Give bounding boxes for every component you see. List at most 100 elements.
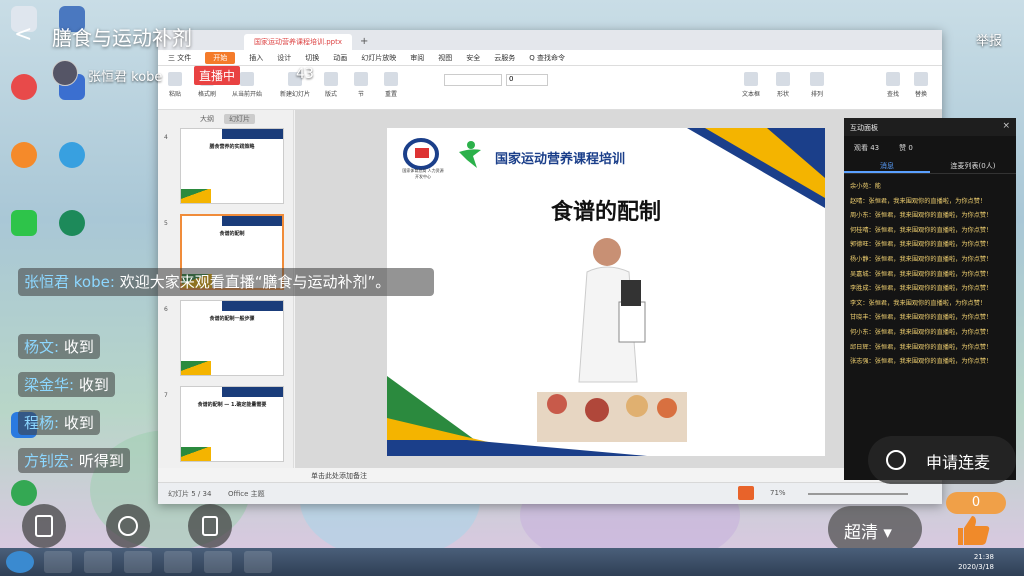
menu-item-insert[interactable]: 插入 bbox=[249, 53, 263, 63]
search-command[interactable]: Q 查找命令 bbox=[529, 53, 565, 63]
replace-button[interactable]: 替换 bbox=[914, 72, 928, 98]
chat-text: 收到 bbox=[63, 338, 94, 356]
menu-item-security[interactable]: 安全 bbox=[466, 53, 480, 63]
slide-heading: 食谱的配制 bbox=[550, 199, 661, 225]
reset-button[interactable]: 重置 bbox=[384, 72, 398, 98]
slide-thumbnail[interactable]: 食谱的配制一般步骤 bbox=[180, 300, 284, 376]
document-button[interactable] bbox=[22, 504, 66, 548]
taskbar-app[interactable] bbox=[204, 551, 232, 573]
like-counter: 0 bbox=[946, 492, 1006, 514]
sports-agency-logo bbox=[403, 138, 439, 170]
menu-item-cloud[interactable]: 云服务 bbox=[494, 53, 515, 63]
desktop-icon-wechat[interactable] bbox=[4, 210, 44, 238]
menu-item-review[interactable]: 审阅 bbox=[410, 53, 424, 63]
report-button[interactable]: 举报 bbox=[976, 30, 1002, 49]
link-mic-icon bbox=[886, 450, 906, 470]
back-icon[interactable]: < bbox=[14, 22, 32, 47]
menu-item-home[interactable]: 开始 bbox=[205, 51, 236, 64]
chat-user: 梁金华: bbox=[24, 376, 75, 394]
taskbar-app[interactable] bbox=[164, 551, 192, 573]
tab-slides[interactable]: 幻灯片 bbox=[224, 114, 255, 124]
thumbs-up-icon[interactable] bbox=[950, 512, 1000, 548]
find-button[interactable]: 查找 bbox=[886, 72, 900, 98]
shape-button[interactable]: 形状 bbox=[776, 72, 790, 98]
font-name-box[interactable] bbox=[444, 74, 502, 86]
desktop-icon-app[interactable] bbox=[4, 74, 44, 102]
format-painter-label: 格式刷 bbox=[198, 91, 217, 98]
menu-item-transition[interactable]: 切换 bbox=[305, 53, 319, 63]
layout-button[interactable]: 版式 bbox=[324, 72, 338, 98]
thumb-number: 4 bbox=[164, 134, 168, 141]
apply-mic-button[interactable]: 申请连麦 bbox=[868, 436, 1016, 484]
tab-mic-list[interactable]: 连麦列表(0人) bbox=[930, 158, 1016, 173]
list-item: 郭德旺：张恒君，我来围观你的直播啦，为你点赞！ bbox=[850, 241, 993, 249]
paste-button[interactable]: 粘贴 bbox=[168, 72, 182, 98]
section-button[interactable]: 节 bbox=[354, 72, 368, 98]
panel-message-list: 余小苑：能 赵晴：张恒君，我来围观你的直播啦，为你点赞！ 周小东：张恒君，我来围… bbox=[844, 174, 1016, 370]
menu-item-slideshow[interactable]: 幻灯片放映 bbox=[361, 53, 396, 63]
menu-item-view[interactable]: 视图 bbox=[438, 53, 452, 63]
panel-tabs: 消息 连麦列表(0人) bbox=[844, 158, 1016, 174]
quality-selector[interactable]: 超清 ▾ bbox=[828, 506, 922, 552]
quality-label: 超清 bbox=[844, 523, 878, 543]
close-icon[interactable]: × bbox=[1002, 121, 1010, 131]
shape-label: 形状 bbox=[776, 91, 789, 98]
list-item: 李胜成：张恒君，我来围观你的直播啦，为你点赞！ bbox=[850, 285, 993, 293]
interactive-panel: 互动面板 × 观看 43 赞 0 消息 连麦列表(0人) 余小苑：能 赵晴：张恒… bbox=[844, 118, 1016, 480]
list-item: 周小东：张恒君，我来围观你的直播啦，为你点赞！ bbox=[850, 212, 993, 220]
menu-item-animation[interactable]: 动画 bbox=[333, 53, 347, 63]
slide-thumbnail[interactable]: 食谱的配制 — 1.确定能量需要 bbox=[180, 386, 284, 462]
wps-file-tab[interactable]: 国家运动营养课程培训.pptx bbox=[244, 34, 352, 50]
taskbar-app[interactable] bbox=[244, 551, 272, 573]
chat-message: 杨文: 收到 bbox=[18, 334, 100, 359]
current-slide: 国家体育总局 人力资源开发中心 国家运动营养课程培训 食谱的配制 bbox=[387, 128, 825, 456]
avatar[interactable] bbox=[52, 60, 78, 86]
paste-label: 粘贴 bbox=[168, 91, 181, 98]
textbox-button[interactable]: 文本框 bbox=[742, 72, 760, 98]
tab-messages[interactable]: 消息 bbox=[844, 158, 930, 173]
chat-message: 程杨: 收到 bbox=[18, 410, 100, 435]
desktop-icon-app[interactable] bbox=[52, 210, 92, 238]
windows-taskbar: 21:38 2020/3/18 bbox=[0, 548, 1024, 576]
live-badge: 直播中 bbox=[194, 66, 241, 85]
thumb-title: 食谱的配制一般步骤 bbox=[209, 316, 255, 322]
chevron-down-icon: ▾ bbox=[883, 523, 892, 543]
taskbar-app[interactable] bbox=[84, 551, 112, 573]
taskbar-app[interactable] bbox=[124, 551, 152, 573]
comment-button[interactable] bbox=[106, 504, 150, 548]
arrange-button[interactable]: 排列 bbox=[810, 72, 824, 98]
section-label: 节 bbox=[357, 91, 364, 98]
panel-tabs: 大纲 幻灯片 bbox=[158, 110, 293, 124]
zoom-slider[interactable] bbox=[808, 493, 908, 495]
taskbar-app[interactable] bbox=[44, 551, 72, 573]
start-button[interactable] bbox=[6, 551, 34, 573]
zoom-level: 71% bbox=[770, 489, 786, 497]
new-slide-label: 新建幻灯片 bbox=[280, 91, 311, 98]
slide-thumbnail[interactable]: 膳食营养的实践策略 bbox=[180, 128, 284, 204]
tab-outline[interactable]: 大纲 bbox=[200, 114, 214, 124]
font-size-box[interactable]: 0 bbox=[506, 74, 548, 86]
chat-user: 程杨: bbox=[24, 414, 60, 432]
new-tab-icon[interactable]: + bbox=[352, 34, 376, 50]
status-theme: Office 主题 bbox=[228, 490, 265, 498]
thumb-number: 6 bbox=[164, 306, 168, 313]
play-from-current-label: 从当前开始 bbox=[232, 91, 263, 98]
play-slideshow-icon[interactable] bbox=[738, 486, 754, 500]
share-button[interactable] bbox=[188, 504, 232, 548]
thumb-title: 膳食营养的实践策略 bbox=[209, 144, 255, 150]
panel-counts: 观看 43 赞 0 bbox=[844, 136, 1016, 158]
chat-text: 收到 bbox=[63, 414, 94, 432]
menu-item-design[interactable]: 设计 bbox=[277, 53, 291, 63]
logo-caption: 国家体育总局 人力资源开发中心 bbox=[402, 168, 444, 179]
desktop-icon-app[interactable] bbox=[52, 142, 92, 170]
viewer-count: 43 bbox=[296, 66, 314, 82]
nutrition-logo bbox=[459, 141, 481, 168]
status-slide-count: 幻灯片 5 / 34 bbox=[168, 490, 212, 498]
live-title: 膳食与运动补剂 bbox=[52, 26, 192, 50]
list-item: 甘晓丰：张恒君，我来围观你的直播啦，为你点赞！ bbox=[850, 314, 993, 322]
menu-item-file[interactable]: 三 文件 bbox=[168, 53, 191, 63]
desktop-icon-firefox[interactable] bbox=[4, 142, 44, 170]
chat-message: 梁金华: 收到 bbox=[18, 372, 115, 397]
program-title: 国家运动营养课程培训 bbox=[495, 152, 626, 167]
system-clock[interactable]: 21:38 2020/3/18 bbox=[958, 552, 994, 572]
